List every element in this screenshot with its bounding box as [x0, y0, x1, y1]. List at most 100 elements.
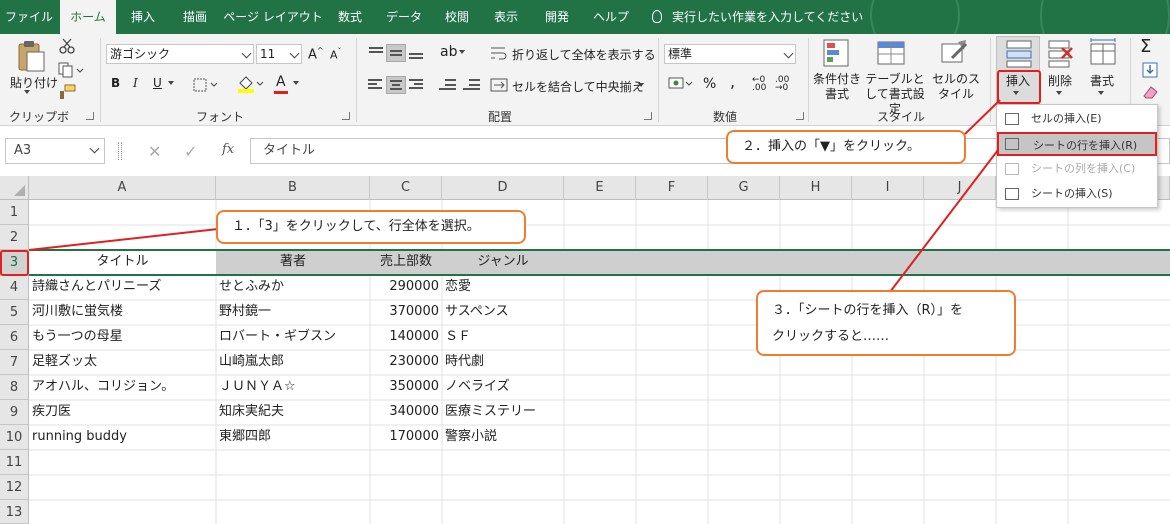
font-color-dropdown[interactable]: [291, 76, 299, 90]
paste-dropdown-icon[interactable]: [22, 88, 30, 99]
delete-dropdown[interactable]: [1054, 86, 1062, 100]
column-header-d[interactable]: D: [442, 176, 564, 200]
decrease-indent-button[interactable]: [438, 76, 458, 94]
number-dialog-launcher[interactable]: [796, 112, 804, 120]
tab-help[interactable]: ヘルプ: [584, 0, 638, 34]
copy-icon[interactable]: [58, 62, 84, 78]
alignment-dialog-launcher[interactable]: [644, 112, 652, 120]
row-header-7[interactable]: 7: [0, 350, 29, 375]
font-dialog-launcher[interactable]: [342, 112, 350, 120]
table-cell[interactable]: 山崎嵐太郎: [216, 350, 370, 375]
table-cell[interactable]: 河川敷に蛍気楼: [29, 300, 216, 325]
row-header-6[interactable]: 6: [0, 325, 29, 350]
header-cell-title[interactable]: タイトル: [29, 250, 216, 275]
table-cell[interactable]: 170000: [370, 425, 442, 450]
underline-dropdown[interactable]: [166, 76, 174, 90]
format-dropdown[interactable]: [1096, 86, 1104, 100]
table-cell[interactable]: running buddy: [29, 425, 216, 450]
table-cell[interactable]: ノベライズ: [442, 375, 564, 400]
header-cell-genre[interactable]: ジャンル: [442, 250, 564, 275]
row-header-5[interactable]: 5: [0, 300, 29, 325]
align-left-button[interactable]: [366, 76, 386, 94]
underline-button[interactable]: U: [153, 76, 162, 90]
row-header-10[interactable]: 10: [0, 425, 29, 450]
conditional-formatting-icon[interactable]: [822, 38, 852, 70]
table-cell[interactable]: 340000: [370, 400, 442, 425]
table-cell[interactable]: 時代劇: [442, 350, 564, 375]
tab-formulas[interactable]: 数式: [326, 0, 374, 34]
menu-item-insert-sheet-columns[interactable]: シートの列を挿入(C): [997, 157, 1157, 181]
tab-home[interactable]: ホーム: [60, 0, 116, 34]
row-header-13[interactable]: 13: [0, 500, 29, 524]
table-cell[interactable]: せとふみか: [216, 275, 370, 300]
row-header-11[interactable]: 11: [0, 450, 29, 475]
align-middle-button[interactable]: [386, 44, 406, 62]
grow-font-icon[interactable]: A^: [308, 46, 324, 62]
column-header-a[interactable]: A: [29, 176, 216, 200]
shrink-font-icon[interactable]: Aˇ: [330, 47, 342, 62]
cut-icon[interactable]: [58, 38, 76, 54]
comma-button[interactable]: ,: [730, 72, 735, 91]
table-cell[interactable]: サスペンス: [442, 300, 564, 325]
table-cell[interactable]: もう一つの母星: [29, 325, 216, 350]
column-header-e[interactable]: E: [564, 176, 636, 200]
table-cell[interactable]: 足軽ズッ太: [29, 350, 216, 375]
clipboard-dialog-launcher[interactable]: [86, 112, 94, 120]
increase-decimal-icon[interactable]: ←0.00: [752, 76, 766, 93]
menu-item-insert-sheet[interactable]: シートの挿入(S): [997, 182, 1157, 206]
format-cells-icon[interactable]: [1088, 38, 1118, 68]
insert-function-icon[interactable]: fx: [222, 142, 234, 157]
resize-handle[interactable]: [118, 142, 122, 160]
italic-button[interactable]: I: [133, 76, 138, 90]
fill-color-icon[interactable]: [236, 74, 264, 94]
font-name-select[interactable]: 游ゴシック: [106, 44, 254, 64]
column-header-c[interactable]: C: [370, 176, 442, 200]
header-cell-sales[interactable]: 売上部数: [370, 250, 442, 275]
number-format-select[interactable]: 標準: [664, 44, 796, 64]
bold-button[interactable]: B: [111, 76, 120, 90]
orientation-icon[interactable]: ab: [440, 44, 466, 60]
cell-styles-button[interactable]: セルのスタイル: [930, 72, 982, 102]
merge-center-icon[interactable]: [490, 78, 508, 92]
tab-developer[interactable]: 開発: [532, 0, 582, 34]
clear-icon[interactable]: [1142, 84, 1160, 100]
table-cell[interactable]: ＳＦ: [442, 325, 564, 350]
enter-icon[interactable]: ✓: [184, 142, 197, 161]
conditional-formatting-button[interactable]: 条件付き書式: [812, 72, 862, 102]
decrease-decimal-icon[interactable]: .00 →0: [775, 76, 789, 93]
borders-icon[interactable]: [193, 78, 219, 92]
font-color-icon[interactable]: A: [276, 74, 286, 90]
align-top-button[interactable]: [366, 44, 386, 62]
table-cell[interactable]: 詩織さんとパリニーズ: [29, 275, 216, 300]
row-header-4[interactable]: 4: [0, 275, 29, 300]
menu-item-insert-sheet-rows[interactable]: シートの行を挿入(R): [997, 132, 1157, 156]
column-header-b[interactable]: B: [216, 176, 370, 200]
column-header-i[interactable]: I: [852, 176, 924, 200]
tell-me-search[interactable]: 実行したい作業を入力してください: [652, 0, 863, 34]
merge-center-button[interactable]: セルを結合して中央揃え: [512, 78, 644, 95]
select-all-corner[interactable]: [0, 176, 29, 200]
table-cell[interactable]: ＪＵＮＹＡ☆: [216, 375, 370, 400]
column-header-j[interactable]: J: [924, 176, 996, 200]
tab-draw[interactable]: 描画: [170, 0, 220, 34]
insert-cells-icon[interactable]: [1004, 38, 1034, 68]
format-painter-icon[interactable]: [58, 84, 76, 100]
format-as-table-icon[interactable]: [876, 38, 906, 70]
tab-data[interactable]: データ: [376, 0, 432, 34]
cell-styles-icon[interactable]: [940, 38, 970, 70]
tab-insert[interactable]: 挿入: [118, 0, 168, 34]
accounting-format-icon[interactable]: [668, 76, 694, 92]
name-box[interactable]: A3: [5, 138, 105, 164]
align-right-button[interactable]: [406, 76, 426, 94]
percent-button[interactable]: %: [703, 76, 716, 92]
paste-button[interactable]: 貼り付け: [10, 74, 58, 91]
row-header-1[interactable]: 1: [0, 200, 29, 225]
table-cell[interactable]: 疾刀医: [29, 400, 216, 425]
column-header-f[interactable]: F: [636, 176, 708, 200]
table-cell[interactable]: 恋愛: [442, 275, 564, 300]
column-header-g[interactable]: G: [708, 176, 780, 200]
table-cell[interactable]: 野村鏡一: [216, 300, 370, 325]
align-bottom-button[interactable]: [406, 44, 426, 62]
font-size-select[interactable]: 11: [256, 44, 302, 64]
menu-item-insert-cells[interactable]: セルの挿入(E): [997, 107, 1157, 131]
